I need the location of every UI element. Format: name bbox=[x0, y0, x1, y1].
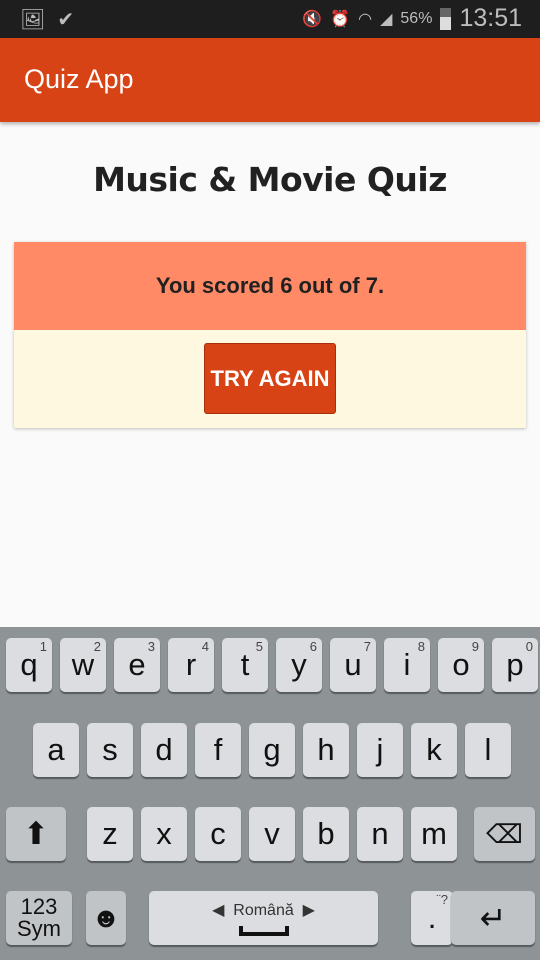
sym-key[interactable]: 123 Sym bbox=[6, 891, 72, 945]
key-c[interactable]: c bbox=[195, 807, 241, 861]
shift-key[interactable]: ⬆ bbox=[6, 807, 66, 861]
key-g[interactable]: g bbox=[249, 723, 295, 777]
key-y[interactable]: y6 bbox=[276, 638, 322, 692]
backspace-icon: ⌫ bbox=[486, 818, 523, 849]
status-bar: 🖼 ✔ 🔇 ⏰ ◠ ◢ 56% 13:51 bbox=[0, 0, 540, 38]
key-b[interactable]: b bbox=[303, 807, 349, 861]
clock: 13:51 bbox=[459, 4, 522, 32]
key-i[interactable]: i8 bbox=[384, 638, 430, 692]
signal-icon: ◢ bbox=[380, 10, 393, 28]
period-key[interactable]: ¨?. bbox=[411, 891, 453, 945]
key-u[interactable]: u7 bbox=[330, 638, 376, 692]
shift-icon: ⬆ bbox=[23, 816, 49, 851]
clipboard-check-icon: ✔ bbox=[57, 9, 75, 31]
key-r[interactable]: r4 bbox=[168, 638, 214, 692]
emoji-icon: ☻ bbox=[91, 902, 121, 933]
emoji-key[interactable]: ☻ bbox=[86, 891, 126, 945]
key-d[interactable]: d bbox=[141, 723, 187, 777]
key-k[interactable]: k bbox=[411, 723, 457, 777]
key-l[interactable]: l bbox=[465, 723, 511, 777]
sym-label-1: 123 bbox=[20, 894, 58, 919]
battery-text: 56% bbox=[400, 9, 433, 27]
score-text: You scored 6 out of 7. bbox=[14, 242, 526, 330]
app-title: Quiz App bbox=[24, 64, 134, 94]
enter-key[interactable]: ↵ bbox=[451, 891, 535, 945]
language-label: ◀ Românӑ ▶ bbox=[212, 902, 315, 919]
keyboard: q 1 w 2 e 3 r 4 t 5 y 6 u 7 i 8 o 9 p 0 a s d f g h j k l ⬆ z x c v b n m ⌫ 12… bbox=[0, 627, 540, 960]
key-e[interactable]: e3 bbox=[114, 638, 160, 692]
try-again-button[interactable]: TRY AGAIN bbox=[204, 343, 336, 414]
key-p[interactable]: p0 bbox=[492, 638, 538, 692]
space-key[interactable]: ◀ Românӑ ▶ bbox=[149, 891, 378, 945]
key-v[interactable]: v bbox=[249, 807, 295, 861]
key-s[interactable]: s bbox=[87, 723, 133, 777]
wifi-icon: ◠ bbox=[358, 10, 373, 28]
key-o[interactable]: o9 bbox=[438, 638, 484, 692]
key-n[interactable]: n bbox=[357, 807, 403, 861]
key-m[interactable]: m bbox=[411, 807, 457, 861]
key-a[interactable]: a bbox=[33, 723, 79, 777]
key-w[interactable]: w2 bbox=[60, 638, 106, 692]
alarm-icon: ⏰ bbox=[330, 10, 351, 28]
quiz-title: Music & Movie Quiz bbox=[93, 160, 447, 199]
backspace-key[interactable]: ⌫ bbox=[474, 807, 535, 861]
key-h[interactable]: h bbox=[303, 723, 349, 777]
battery-icon bbox=[440, 7, 452, 30]
key-x[interactable]: x bbox=[141, 807, 187, 861]
key-j[interactable]: j bbox=[357, 723, 403, 777]
key-z[interactable]: z bbox=[87, 807, 133, 861]
app-bar: Quiz App bbox=[0, 38, 540, 122]
key-t[interactable]: t5 bbox=[222, 638, 268, 692]
key-q[interactable]: q1 bbox=[6, 638, 52, 692]
result-card: You scored 6 out of 7. TRY AGAIN bbox=[14, 242, 526, 428]
image-icon: 🖼 bbox=[20, 9, 46, 31]
enter-icon: ↵ bbox=[479, 900, 507, 936]
mute-icon: 🔇 bbox=[302, 10, 323, 28]
space-icon bbox=[238, 926, 289, 936]
key-f[interactable]: f bbox=[195, 723, 241, 777]
sym-label-2: Sym bbox=[17, 916, 61, 941]
